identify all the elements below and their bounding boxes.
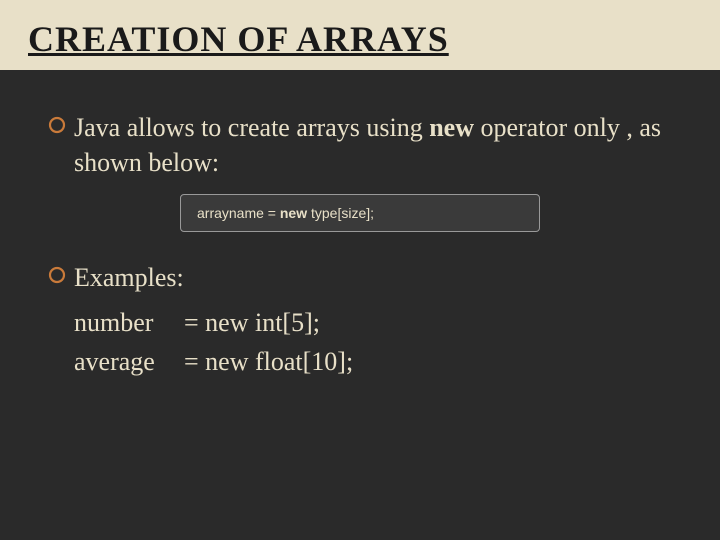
syntax-keyword: new [280, 205, 307, 221]
bullet-icon [48, 116, 66, 134]
example-row: average = new float[10]; [74, 342, 672, 381]
syntax-box: arrayname = new type[size]; [180, 194, 540, 232]
bullet1-bold: new [429, 113, 474, 142]
bullet-item-2: Examples: [48, 260, 672, 295]
example-row: number = new int[5]; [74, 303, 672, 342]
bullet-icon [48, 266, 66, 284]
slide: CREATION OF ARRAYS Java allows to create… [0, 0, 720, 540]
bullet-item-1: Java allows to create arrays using new o… [48, 110, 672, 180]
slide-title: CREATION OF ARRAYS [28, 18, 692, 60]
example-name-1: number [74, 303, 184, 342]
example-expr-1: = new int[5]; [184, 303, 320, 342]
examples-block: Examples: number = new int[5]; average =… [48, 260, 672, 381]
title-band: CREATION OF ARRAYS [0, 0, 720, 70]
bullet1-prefix: Java allows to create arrays using [74, 113, 429, 142]
examples-label: Examples: [74, 260, 184, 295]
example-expr-2: = new float[10]; [184, 342, 353, 381]
example-lines: number = new int[5]; average = new float… [74, 303, 672, 381]
bullet-text-1: Java allows to create arrays using new o… [74, 110, 672, 180]
slide-content: Java allows to create arrays using new o… [0, 70, 720, 381]
syntax-lhs: arrayname = [197, 205, 280, 221]
syntax-rhs: type[size]; [307, 205, 374, 221]
example-name-2: average [74, 342, 184, 381]
